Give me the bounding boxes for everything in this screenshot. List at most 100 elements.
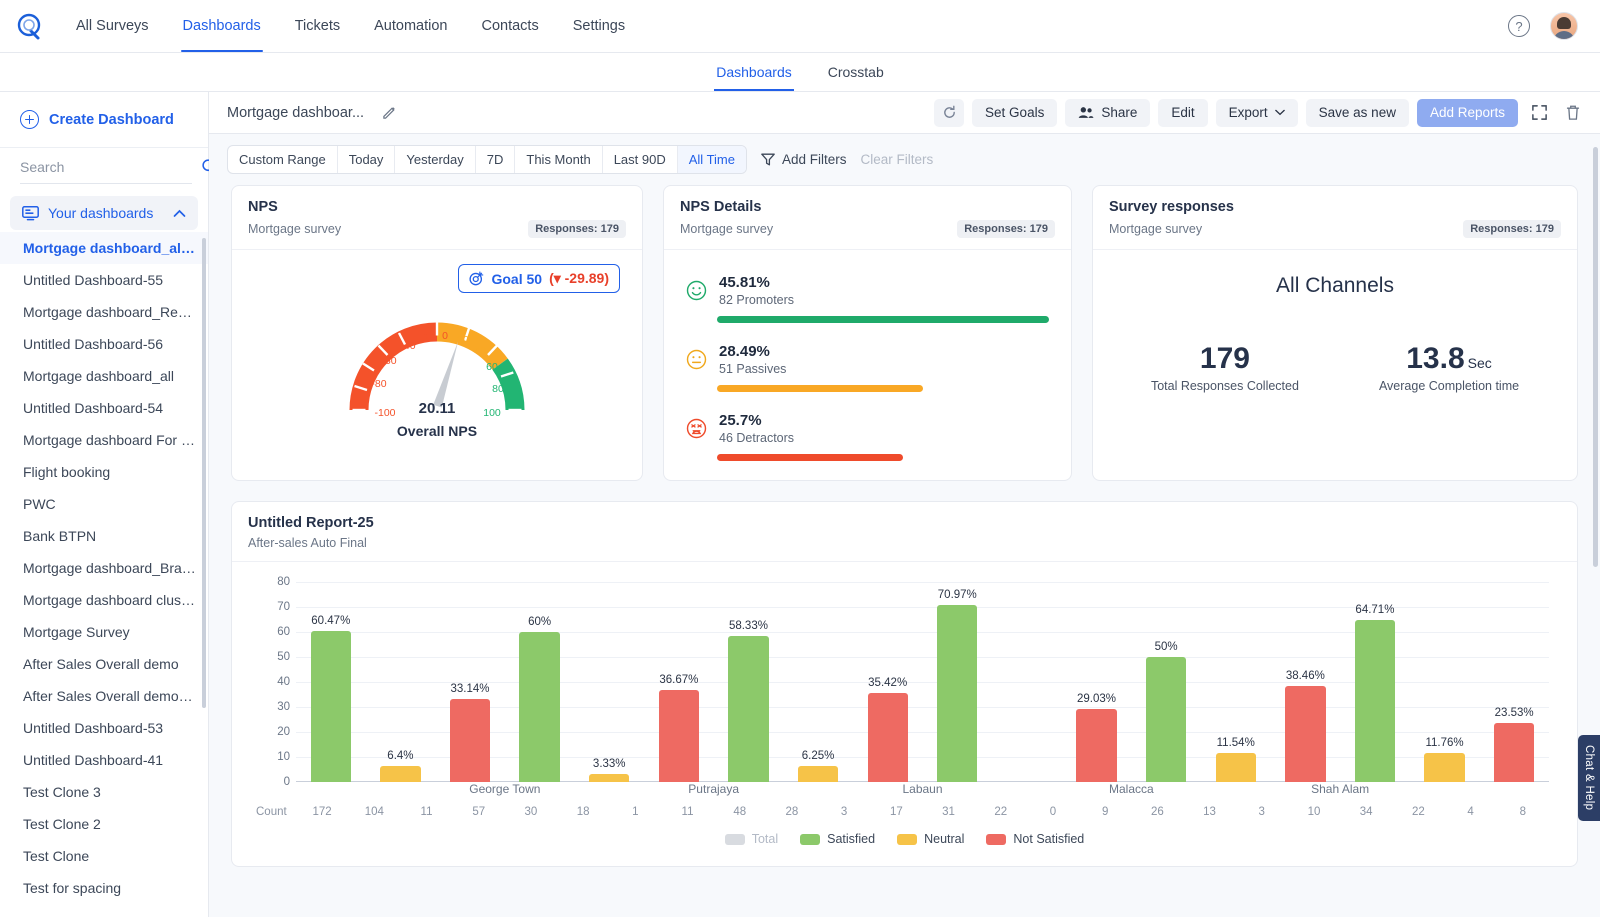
- nav-item-dashboards[interactable]: Dashboards: [180, 0, 263, 52]
- sidebar-item-untitled-56[interactable]: Untitled Dashboard-56: [0, 328, 208, 360]
- bar-satisfied[interactable]: 60.47%: [310, 615, 351, 782]
- add-reports-button[interactable]: Add Reports: [1416, 98, 1518, 127]
- svg-text:-60: -60: [381, 355, 396, 367]
- search-input[interactable]: [20, 158, 201, 175]
- bar-satisfied[interactable]: 50%: [1145, 641, 1187, 782]
- bar-satisfied[interactable]: 60%: [519, 616, 560, 782]
- legend-item-satisfied[interactable]: Satisfied: [800, 832, 875, 846]
- add-filters-button[interactable]: Add Filters: [761, 152, 847, 167]
- share-button[interactable]: Share: [1065, 98, 1151, 127]
- bar-not-satisfied[interactable]: 33.14%: [449, 683, 491, 782]
- nps-passives-count: 51 Passives: [719, 362, 787, 376]
- bar-satisfied[interactable]: 64.71%: [1354, 604, 1396, 782]
- range-this-month[interactable]: This Month: [515, 146, 603, 173]
- sidebar-item-bank-btpn[interactable]: Bank BTPN: [0, 520, 208, 552]
- sidebar-item-after-sales-overall-demo[interactable]: After Sales Overall demo: [0, 648, 208, 680]
- nav-item-automation[interactable]: Automation: [374, 0, 447, 52]
- bar-satisfied[interactable]: 70.97%: [937, 589, 978, 782]
- bar-value-label: 36.67%: [659, 674, 699, 687]
- sidebar-item-flight-booking[interactable]: Flight booking: [0, 456, 208, 488]
- bar-not-satisfied[interactable]: 38.46%: [1285, 670, 1326, 782]
- clear-filters-button[interactable]: Clear Filters: [861, 152, 934, 167]
- legend-item-not-satisfied[interactable]: Not Satisfied: [986, 832, 1084, 846]
- range-custom-range[interactable]: Custom Range: [228, 146, 338, 173]
- sidebar-scrollbar[interactable]: [202, 238, 206, 708]
- sidebar-item-mortgage-bran[interactable]: Mortgage dashboard_Bran...: [0, 552, 208, 584]
- tab-crosstab[interactable]: Crosstab: [828, 53, 884, 91]
- delete-button[interactable]: [1560, 100, 1586, 126]
- app-logo[interactable]: [0, 11, 58, 41]
- legend-item-neutral[interactable]: Neutral: [897, 832, 964, 846]
- range-today[interactable]: Today: [338, 146, 396, 173]
- sidebar-item-untitled-55[interactable]: Untitled Dashboard-55: [0, 264, 208, 296]
- dashboard-list: Mortgage dashboard_all -... Untitled Das…: [0, 230, 208, 917]
- nps-widget-body: Goal 50 (▾ -29.89) -100 -80 -60 -40 -20 …: [232, 250, 642, 480]
- sidebar-item-untitled-54[interactable]: Untitled Dashboard-54: [0, 392, 208, 424]
- set-goals-button[interactable]: Set Goals: [972, 98, 1058, 127]
- sidebar-item-test-clone-3[interactable]: Test Clone 3: [0, 776, 208, 808]
- nps-widget-subtitle: Mortgage survey: [248, 222, 342, 236]
- bar-not-satisfied[interactable]: 36.67%: [658, 674, 700, 782]
- export-button[interactable]: Export: [1215, 98, 1298, 127]
- nps-value-label: Overall NPS: [396, 423, 478, 439]
- sidebar-item-untitled-53[interactable]: Untitled Dashboard-53: [0, 712, 208, 744]
- bar-neutral[interactable]: 3.33%: [589, 758, 630, 782]
- main-scrollbar[interactable]: [1593, 147, 1598, 567]
- bar-neutral[interactable]: 11.54%: [1215, 737, 1256, 782]
- bar-not-satisfied[interactable]: 23.53%: [1493, 707, 1535, 782]
- sidebar-item-mortgage-all[interactable]: Mortgage dashboard_all: [0, 360, 208, 392]
- create-dashboard-button[interactable]: Create Dashboard: [0, 92, 208, 148]
- dashboard-toolbar: Mortgage dashboar... Set Goals Share Edi…: [209, 92, 1600, 134]
- y-axis: 80 70 60 50 40 30 20 10 0: [256, 576, 290, 788]
- bar-not-satisfied[interactable]: 35.42%: [867, 677, 908, 782]
- nav-item-all-surveys[interactable]: All Surveys: [76, 0, 149, 52]
- bar-neutral[interactable]: 6.25%: [797, 750, 839, 782]
- sidebar-item-after-sales-overall-demo-2[interactable]: After Sales Overall demo- ...: [0, 680, 208, 712]
- nps-passives-pct: 28.49%: [719, 343, 770, 360]
- chevron-up-icon[interactable]: [173, 209, 186, 218]
- range-last-90d[interactable]: Last 90D: [603, 146, 678, 173]
- range-all-time[interactable]: All Time: [677, 146, 746, 173]
- nps-promoters-pct: 45.81%: [719, 274, 770, 291]
- nps-row-detractors: 25.7% 46 Detractors: [686, 412, 1049, 461]
- refresh-button[interactable]: [934, 98, 965, 127]
- legend-item-total[interactable]: Total: [724, 832, 778, 846]
- bar-neutral[interactable]: 6.4%: [380, 750, 421, 782]
- sidebar-item-mortgage-dashboard-all-1[interactable]: Mortgage dashboard_all -...: [0, 232, 208, 264]
- save-as-new-button[interactable]: Save as new: [1305, 98, 1409, 127]
- sidebar-item-mortgage-survey[interactable]: Mortgage Survey: [0, 616, 208, 648]
- primary-nav-links: All Surveys Dashboards Tickets Automatio…: [58, 0, 625, 52]
- nav-item-tickets[interactable]: Tickets: [295, 0, 340, 52]
- nps-promoters-bar-track: [717, 316, 1049, 323]
- sidebar-item-untitled-41[interactable]: Untitled Dashboard-41: [0, 744, 208, 776]
- pencil-icon[interactable]: [382, 105, 397, 120]
- goal-badge[interactable]: Goal 50 (▾ -29.89): [458, 264, 620, 293]
- chat-help-tab[interactable]: Chat & Help: [1578, 735, 1600, 821]
- range-7d[interactable]: 7D: [476, 146, 516, 173]
- sidebar-item-mortgage-clust[interactable]: Mortgage dashboard clust...: [0, 584, 208, 616]
- sidebar-item-pwc[interactable]: PWC: [0, 488, 208, 520]
- sidebar-item-mortgage-for-r[interactable]: Mortgage dashboard For R...: [0, 424, 208, 456]
- report-title: Untitled Report-25: [248, 515, 374, 531]
- sidebar-item-test-clone-2[interactable]: Test Clone 2: [0, 808, 208, 840]
- sidebar-group-your-dashboards[interactable]: Your dashboards: [10, 196, 198, 230]
- expand-button[interactable]: [1526, 100, 1552, 126]
- avatar[interactable]: [1550, 12, 1578, 40]
- tab-dashboards[interactable]: Dashboards: [714, 53, 794, 91]
- edit-button[interactable]: Edit: [1158, 98, 1208, 127]
- bar-neutral[interactable]: 11.76%: [1424, 737, 1465, 782]
- range-yesterday[interactable]: Yesterday: [395, 146, 476, 173]
- bar-not-satisfied[interactable]: 29.03%: [1076, 693, 1117, 782]
- bar-satisfied[interactable]: 58.33%: [728, 620, 769, 782]
- count-cells: 172 104 11 57 30 18 1 11 48 28 3 17 31 22 0 9 26 13 3 10 34 2…: [296, 806, 1549, 818]
- nav-item-settings[interactable]: Settings: [573, 0, 625, 52]
- nav-item-contacts[interactable]: Contacts: [481, 0, 538, 52]
- sidebar-item-mortgage-regi[interactable]: Mortgage dashboard_Regi...: [0, 296, 208, 328]
- sidebar-item-test-clone[interactable]: Test Clone: [0, 840, 208, 872]
- bar-cell: 60%: [505, 582, 575, 782]
- bar-value-label: 3.33%: [592, 757, 626, 770]
- help-icon[interactable]: ?: [1508, 15, 1530, 37]
- x-axis-label: Labaun: [902, 782, 943, 796]
- nps-row-promoters: 45.81% 82 Promoters: [686, 274, 1049, 323]
- sidebar-item-test-for-spacing[interactable]: Test for spacing: [0, 872, 208, 904]
